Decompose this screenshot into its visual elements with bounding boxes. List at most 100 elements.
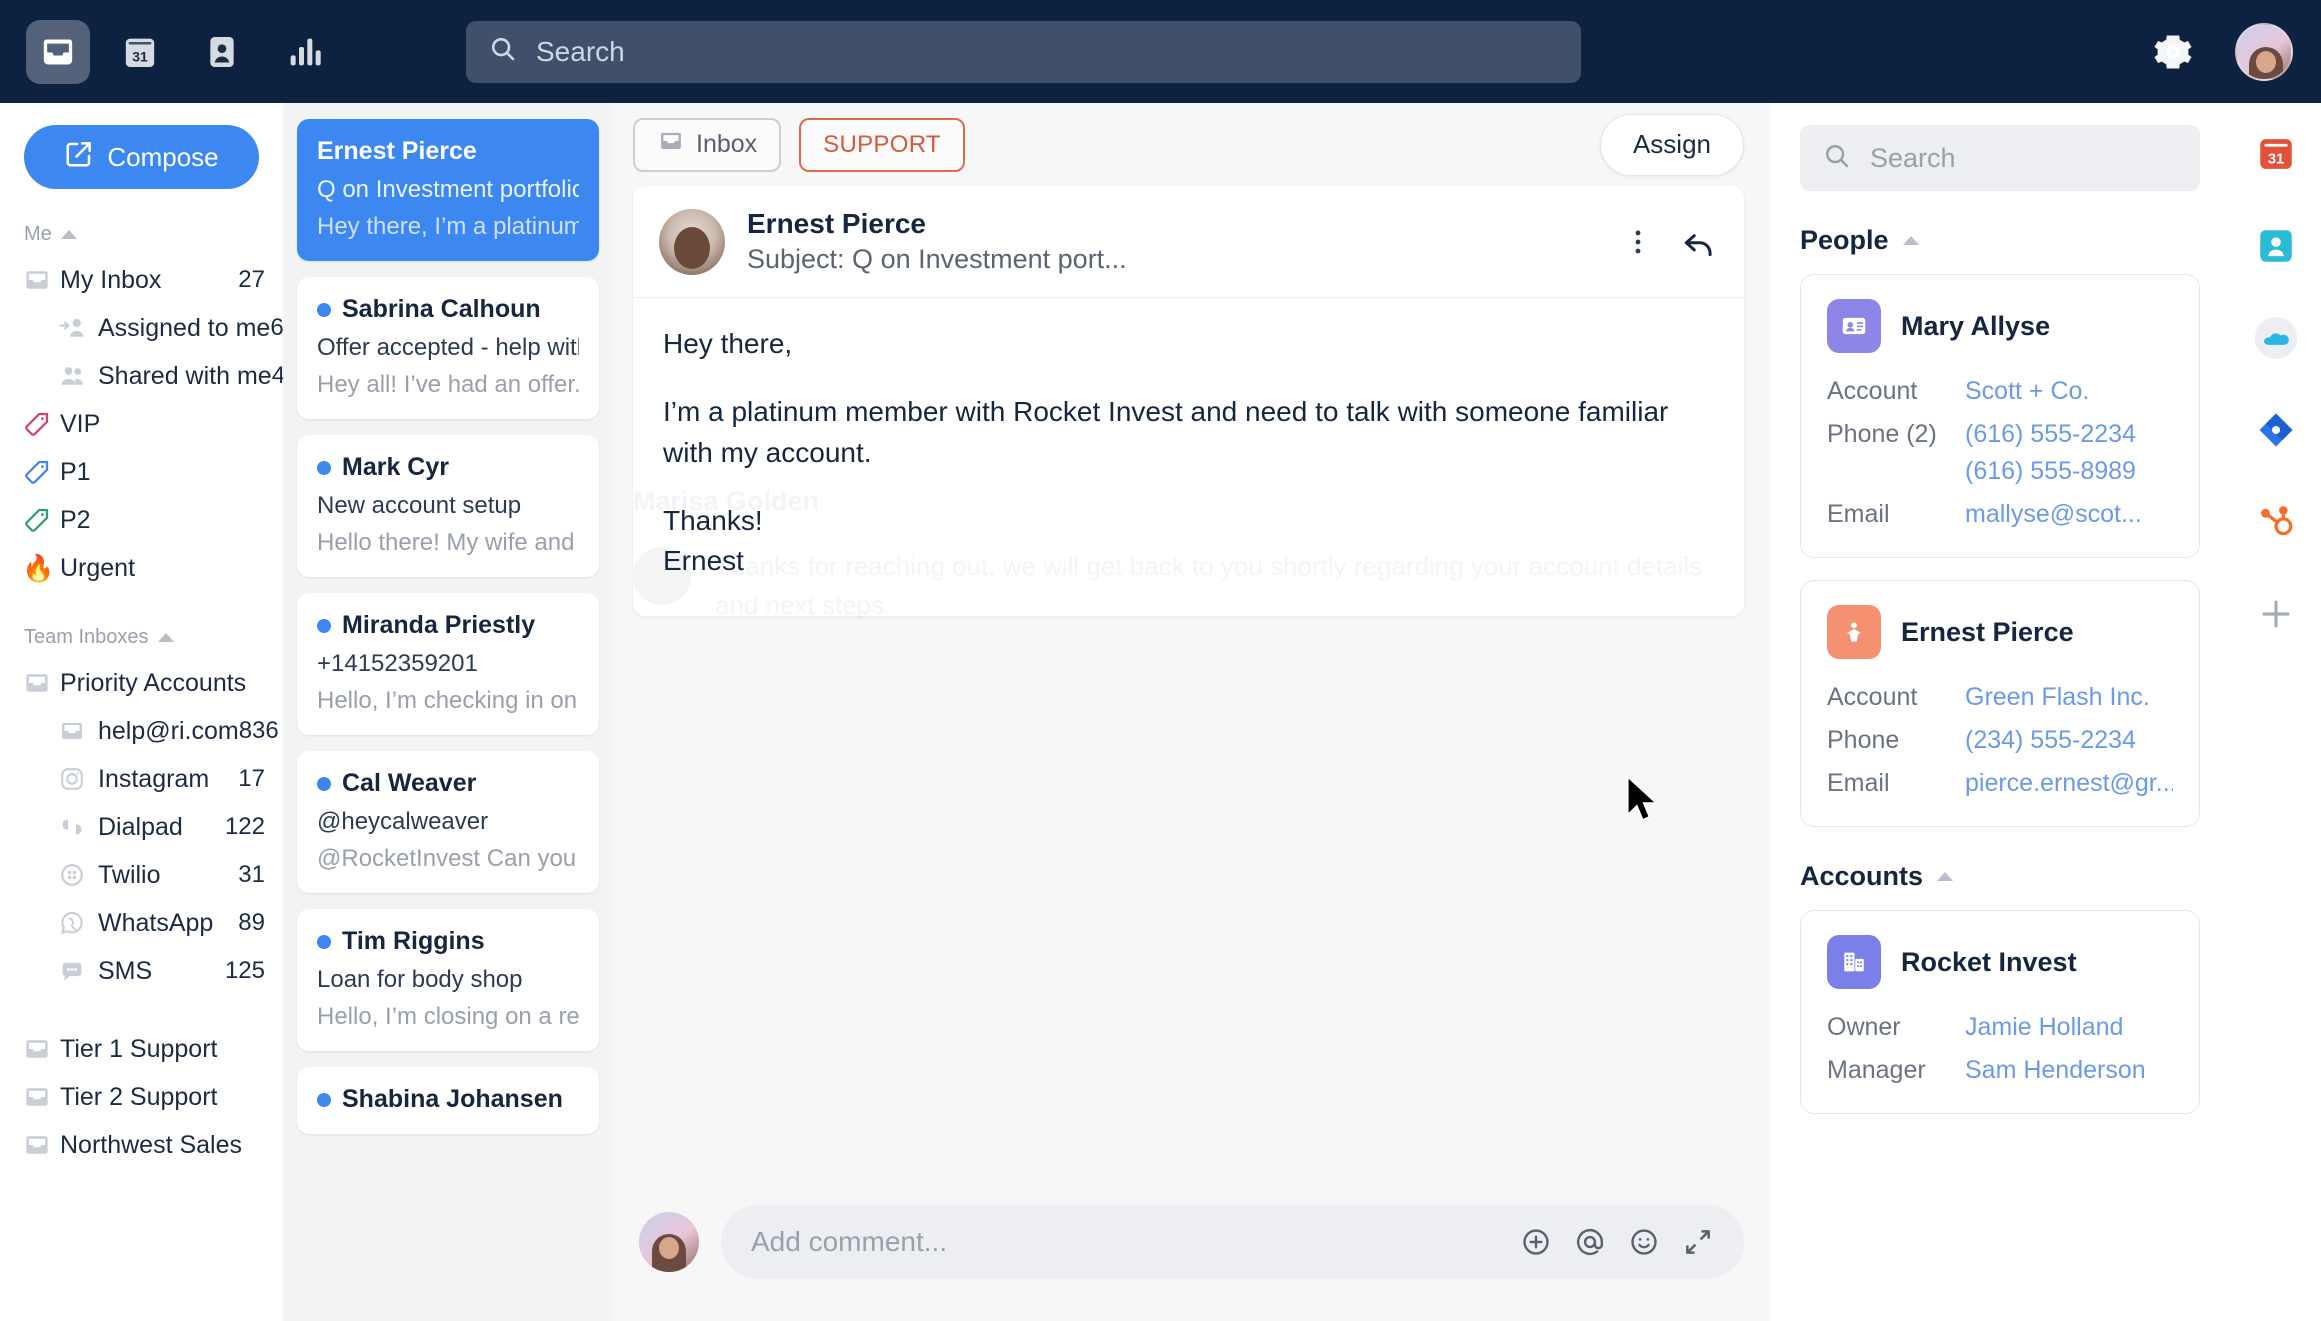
field-value[interactable]: Scott + Co. — [1965, 377, 2089, 406]
sidebar-item-northwest-sales[interactable]: Northwest Sales — [0, 1121, 283, 1169]
conversation-item[interactable]: Ernest Pierce Q on Investment portfolio … — [297, 119, 599, 261]
emoji-icon[interactable] — [1628, 1226, 1660, 1258]
sidebar-section-team-inboxes[interactable]: Team Inboxes — [0, 592, 283, 659]
sms-icon — [58, 957, 98, 985]
sidebar-item-count: 6 — [270, 314, 283, 341]
field-key: Email — [1827, 769, 1890, 797]
person-card-header: Mary Allyse — [1827, 299, 2173, 353]
message-signoff: Thanks! Ernest — [663, 504, 763, 577]
field-value[interactable]: Green Flash Inc. — [1965, 683, 2150, 712]
dialpad-icon — [58, 813, 98, 841]
sidebar-item-p1[interactable]: P1 — [0, 448, 283, 496]
people-section-header[interactable]: People — [1800, 225, 2200, 256]
field-value[interactable]: (234) 555-2234 — [1965, 726, 2136, 755]
sidebar-item-my-inbox[interactable]: My Inbox 27 — [0, 256, 283, 304]
add-attachment-icon[interactable] — [1520, 1226, 1552, 1258]
conversation-name: Tim Riggins — [317, 927, 579, 956]
conversation-item[interactable]: Shabina Johansen — [297, 1067, 599, 1134]
compose-pencil-icon — [64, 139, 94, 176]
field-value[interactable]: Jamie Holland — [1965, 1013, 2123, 1042]
sidebar-item-dialpad[interactable]: Dialpad 122 — [0, 803, 283, 851]
sidebar-item-urgent[interactable]: 🔥 Urgent — [0, 544, 283, 592]
global-search-wrap: Search — [466, 20, 1581, 83]
accounts-section-header[interactable]: Accounts — [1800, 861, 2200, 892]
conversation-preview: Hello there! My wife and I are... — [317, 529, 579, 556]
person-card[interactable]: Ernest Pierce Account Green Flash Inc. P… — [1800, 580, 2200, 827]
compose-button[interactable]: Compose — [24, 125, 259, 189]
top-nav-icons: 31 — [26, 19, 336, 84]
sidebar-item-twilio[interactable]: Twilio 31 — [0, 851, 283, 899]
comment-input[interactable]: Add comment... — [721, 1205, 1744, 1279]
sidebar-item-p2[interactable]: P2 — [0, 496, 283, 544]
jira-icon[interactable] — [2253, 407, 2299, 453]
conversation-subject: Q on Investment portfolio — [317, 176, 579, 203]
sidebar-item-tier-2-support[interactable]: Tier 2 Support — [0, 1073, 283, 1121]
sidebar-section-me[interactable]: Me — [0, 189, 283, 256]
conversation-item[interactable]: Miranda Priestly +14152359201 Hello, I’m… — [297, 593, 599, 735]
message-subject-line: Subject: Q on Investment port... — [747, 244, 1127, 274]
conversation-toolbar: Inbox SUPPORT Assign — [613, 103, 1770, 186]
salesforce-icon[interactable] — [2253, 315, 2299, 361]
person-card[interactable]: Mary Allyse Account Scott + Co. Phone (2… — [1800, 274, 2200, 558]
gear-icon[interactable] — [2151, 30, 2195, 74]
hubspot-icon[interactable] — [2253, 499, 2299, 545]
calendar-app-icon[interactable]: 31 — [2253, 131, 2299, 177]
sidebar-item-sms[interactable]: SMS 125 — [0, 947, 283, 995]
contacts-app-icon[interactable] — [2253, 223, 2299, 269]
assign-button[interactable]: Assign — [1599, 113, 1744, 176]
field-value[interactable]: pierce.ernest@gr... — [1965, 769, 2173, 798]
sidebar-item-label: Priority Accounts — [60, 668, 247, 697]
add-integration-icon[interactable] — [2253, 591, 2299, 637]
inbox-tab[interactable]: Inbox — [633, 117, 782, 172]
sidebar-item-instagram[interactable]: Instagram 17 — [0, 755, 283, 803]
conversation-name: Cal Weaver — [317, 769, 579, 798]
inbox-icon — [22, 1082, 60, 1112]
conversation-item[interactable]: Mark Cyr New account setup Hello there! … — [297, 435, 599, 577]
sidebar-item-priority-accounts[interactable]: Priority Accounts — [0, 659, 283, 707]
search-input[interactable]: Search — [466, 20, 1581, 83]
assign-label: Assign — [1632, 129, 1711, 159]
sidebar-item-label: WhatsApp — [98, 908, 214, 937]
field-value[interactable]: Sam Henderson — [1965, 1056, 2146, 1085]
nav-reports-button[interactable] — [272, 20, 336, 84]
twilio-icon — [58, 861, 98, 889]
conversation-preview: Hello, I’m checking in on the — [317, 687, 579, 714]
context-search-input[interactable]: Search — [1800, 125, 2200, 191]
sidebar-item-shared-with-me[interactable]: Shared with me 4 — [0, 352, 283, 400]
sidebar-item-whatsapp[interactable]: WhatsApp 89 — [0, 899, 283, 947]
inbox-icon — [22, 1130, 60, 1160]
field-value[interactable]: mallyse@scot... — [1965, 500, 2142, 529]
inbox-tab-label: Inbox — [696, 130, 758, 158]
nav-calendar-button[interactable]: 31 — [108, 20, 172, 84]
account-card[interactable]: Rocket Invest Owner Jamie Holland Manage… — [1800, 910, 2200, 1114]
user-avatar[interactable] — [2235, 22, 2293, 81]
conversation-item[interactable]: Cal Weaver @heycalweaver @RocketInvest C… — [297, 751, 599, 893]
sidebar-item-label: Tier 1 Support — [60, 1034, 218, 1063]
conversation-item[interactable]: Tim Riggins Loan for body shop Hello, I’… — [297, 909, 599, 1051]
nav-inbox-button[interactable] — [26, 19, 90, 84]
person-name: Mary Allyse — [1901, 310, 2051, 341]
conversation-subject: New account setup — [317, 492, 522, 519]
sidebar-item-label: Northwest Sales — [60, 1130, 243, 1159]
app-root: 31 Search Compose Me My Inbox 27 Assigne… — [0, 0, 2321, 1321]
sidebar-item-help-email[interactable]: help@ri.com 836 — [0, 707, 283, 755]
sidebar-item-tier-1-support[interactable]: Tier 1 Support — [0, 1025, 283, 1073]
mention-icon[interactable] — [1574, 1226, 1606, 1258]
sidebar-item-assigned-to-me[interactable]: Assigned to me 6 — [0, 304, 283, 352]
conversation-list[interactable]: Ernest Pierce Q on Investment portfolio … — [283, 103, 613, 1321]
support-tag[interactable]: SUPPORT — [799, 117, 965, 172]
composer-icons — [1520, 1226, 1714, 1258]
people-icon — [58, 361, 98, 391]
building-icon — [1827, 935, 1881, 989]
sidebar-item-vip[interactable]: VIP — [0, 400, 283, 448]
expand-icon[interactable] — [1682, 1226, 1714, 1258]
field-value[interactable]: (616) 555-2234 — [1965, 420, 2136, 449]
field-value-secondary[interactable]: (616) 555-8989 — [1965, 457, 2136, 486]
nav-contacts-button[interactable] — [190, 20, 254, 84]
unread-dot — [317, 1092, 331, 1107]
more-options-icon[interactable] — [1622, 226, 1654, 258]
conversation-name-text: Mark Cyr — [342, 453, 449, 481]
conversation-name-text: Shabina Johansen — [342, 1085, 563, 1113]
reply-arrow-icon[interactable] — [1680, 223, 1718, 261]
conversation-item[interactable]: Sabrina Calhoun Offer accepted - help wi… — [297, 277, 599, 419]
